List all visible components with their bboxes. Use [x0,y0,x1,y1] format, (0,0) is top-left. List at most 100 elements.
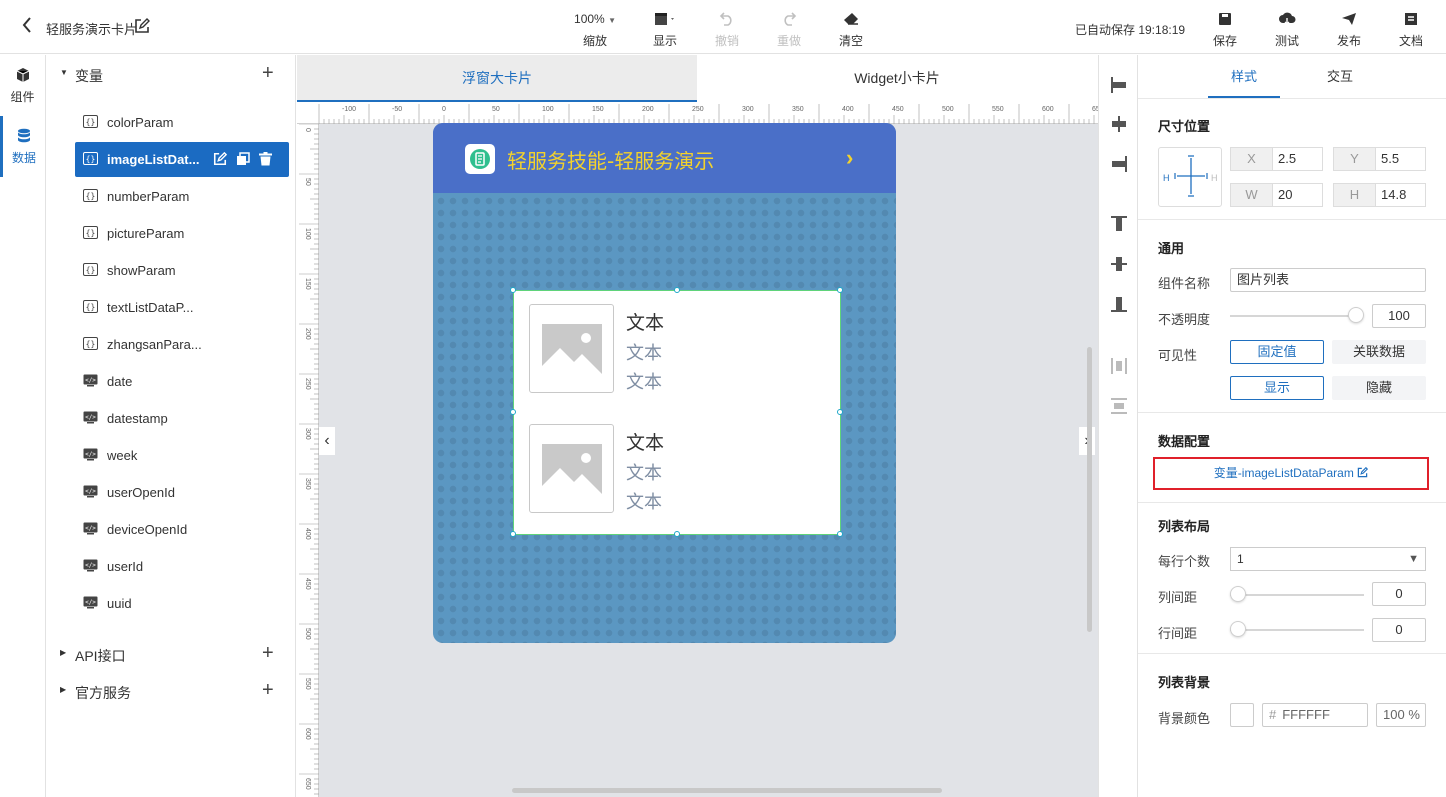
opacity-slider-track[interactable] [1230,315,1360,317]
test-button[interactable]: 测试 [1261,10,1313,49]
opacity-slider-handle[interactable] [1348,307,1364,323]
zoom-control[interactable]: 100% ▼ 缩放 [570,10,620,49]
row-gap-slider-track[interactable] [1230,629,1364,631]
save-button[interactable]: 保存 [1199,10,1251,49]
tab-float-card[interactable]: 浮窗大卡片 [297,55,697,102]
w-field[interactable]: W 20 [1230,183,1323,207]
x-field[interactable]: X 2.5 [1230,147,1323,171]
variable-item[interactable]: {} colorParam [75,105,289,140]
resize-handle[interactable] [510,531,516,537]
row-gap-slider-handle[interactable] [1230,621,1246,637]
show-button[interactable]: 显示 [1230,376,1324,400]
prev-arrow-icon[interactable]: ‹ [319,427,335,455]
card-tabs: 浮窗大卡片 Widget小卡片 [297,55,1098,102]
back-icon[interactable] [22,17,32,36]
w-value[interactable]: 20 [1273,184,1322,206]
distribute-horizontal-icon[interactable] [1110,357,1128,375]
resize-handle[interactable] [674,287,680,293]
h-value[interactable]: 14.8 [1376,184,1425,206]
y-field[interactable]: Y 5.5 [1333,147,1426,171]
variable-item[interactable]: </> week [75,438,289,473]
hide-button[interactable]: 隐藏 [1332,376,1426,400]
variable-item[interactable]: {} textListDataP... [75,290,289,325]
align-right-icon[interactable] [1110,155,1128,173]
variable-item[interactable]: </> userId [75,549,289,584]
align-center-horizontal-icon[interactable] [1110,115,1128,133]
publish-button[interactable]: 发布 [1323,10,1375,49]
undo-button[interactable]: 撤销 [701,10,753,49]
display-button[interactable]: 显示 [639,10,691,49]
resize-handle[interactable] [674,531,680,537]
trash-icon[interactable] [259,152,272,166]
clear-button[interactable]: 清空 [825,10,877,49]
tab-widget-card[interactable]: Widget小卡片 [697,55,1097,102]
variable-item[interactable]: </> datestamp [75,401,289,436]
resize-handle[interactable] [837,531,843,537]
edit-icon[interactable] [213,152,227,166]
variable-item[interactable]: </> date [75,364,289,399]
distribute-vertical-icon[interactable] [1110,397,1128,415]
data-binding-link[interactable]: 变量-imageListDataParam [1153,457,1429,490]
variable-item[interactable]: {} showParam [75,253,289,288]
variable-item[interactable]: {} zhangsanPara... [75,327,289,362]
items-per-row-label: 每行个数 [1158,554,1211,569]
h-field[interactable]: H 14.8 [1333,183,1426,207]
edit-title-icon[interactable] [134,18,150,37]
vertical-scrollbar[interactable] [1087,347,1092,632]
resize-handle[interactable] [510,409,516,415]
add-official-service-icon[interactable]: + [262,680,274,700]
variable-item[interactable]: </> uuid [75,586,289,621]
variable-item[interactable]: </> deviceOpenId [75,512,289,547]
official-service-section-header[interactable]: ▶ 官方服务 + [46,680,296,704]
visibility-fixed-button[interactable]: 固定值 [1230,340,1324,364]
y-value[interactable]: 5.5 [1376,148,1425,170]
tab-data[interactable]: 数据 [0,116,45,177]
copy-icon[interactable] [236,152,250,166]
visibility-linked-button[interactable]: 关联数据 [1332,340,1426,364]
service-card[interactable]: 轻服务技能-轻服务演示 › 文本 文本 文本 文本 文本 文本 [433,123,896,643]
svg-text:</>: </> [85,562,96,569]
horizontal-scrollbar[interactable] [512,788,942,793]
variables-section-header[interactable]: ▼ 变量 + [46,63,296,87]
chevron-right-icon[interactable]: › [846,145,853,171]
column-gap-slider-handle[interactable] [1230,586,1246,602]
align-bottom-icon[interactable] [1110,295,1128,313]
redo-button[interactable]: 重做 [763,10,815,49]
variable-item[interactable]: {} pictureParam [75,216,289,251]
tab-style[interactable]: 样式 [1208,55,1280,98]
background-color-swatch[interactable] [1230,703,1254,727]
align-top-icon[interactable] [1110,215,1128,233]
api-section-header[interactable]: ▶ API接口 + [46,643,296,667]
tab-components[interactable]: 组件 [0,55,45,116]
opacity-input[interactable]: 100 [1372,304,1426,328]
resize-handle[interactable] [837,409,843,415]
resize-handle[interactable] [510,287,516,293]
align-toolbar [1098,55,1138,797]
ruler-tick-label: 250 [692,106,704,113]
docs-button[interactable]: 文档 [1385,10,1437,49]
variable-item[interactable]: {} imageListDat... [75,142,289,177]
autosave-status: 已自动保存 19:18:19 [1075,23,1186,37]
component-name-input[interactable]: 图片列表 [1230,268,1426,292]
add-variable-icon[interactable]: + [262,63,274,83]
background-opacity-input[interactable]: 100 % [1376,703,1426,727]
background-color-input[interactable]: # FFFFFF [1262,703,1368,727]
row-gap-input[interactable]: 0 [1372,618,1426,642]
ruler-tick-label: 600 [1042,106,1054,113]
column-gap-slider-track[interactable] [1230,594,1364,596]
system-variable-icon: </> [83,411,98,424]
align-center-vertical-icon[interactable] [1110,255,1128,273]
database-icon [3,128,45,146]
align-left-icon[interactable] [1110,76,1128,94]
image-list-component[interactable]: 文本 文本 文本 文本 文本 文本 [510,287,843,537]
position-anchor-icon[interactable]: HH [1158,147,1222,207]
resize-handle[interactable] [837,287,843,293]
column-gap-input[interactable]: 0 [1372,582,1426,606]
variable-item[interactable]: </> userOpenId [75,475,289,510]
caret-down-icon: ▼ [608,16,616,25]
items-per-row-select[interactable]: 1 ▼ [1230,547,1426,571]
tab-interaction[interactable]: 交互 [1304,55,1376,98]
variable-item[interactable]: {} numberParam [75,179,289,214]
x-value[interactable]: 2.5 [1273,148,1322,170]
add-api-icon[interactable]: + [262,643,274,663]
